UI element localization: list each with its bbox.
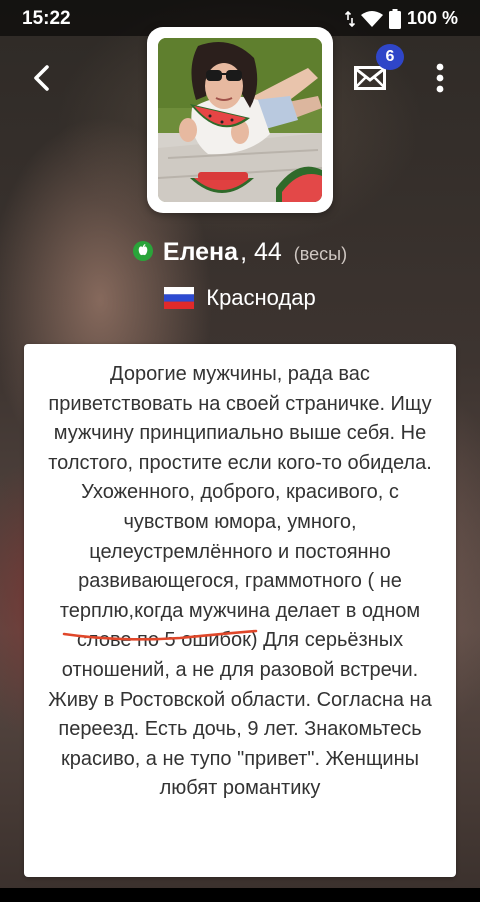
data-arrows-icon <box>344 10 355 27</box>
profile-age: , 44 <box>240 238 282 266</box>
battery-percent: 100 % <box>406 8 458 28</box>
profile-city-row: Краснодар <box>0 285 480 311</box>
apple-online-icon <box>132 241 153 261</box>
profile-photo-frame[interactable] <box>147 27 333 213</box>
battery-icon <box>388 8 401 29</box>
about-text: Дорогие мужчины, рада вас приветствовать… <box>48 363 432 800</box>
messages-count-badge: 6 <box>376 44 404 70</box>
russia-flag-icon <box>164 287 195 309</box>
chevron-left-icon <box>32 65 52 91</box>
bottom-bar <box>0 888 480 902</box>
handwritten-underline <box>62 629 258 641</box>
envelope-icon <box>354 66 386 90</box>
status-icons: 100 % <box>344 8 458 29</box>
profile-photo[interactable] <box>158 38 322 202</box>
profile-zodiac: (весы) <box>293 244 348 264</box>
profile-name-row: Елена , 44 (весы) <box>0 238 480 267</box>
more-vertical-icon <box>436 63 444 93</box>
back-button[interactable] <box>22 58 62 98</box>
profile-city: Краснодар <box>206 285 316 310</box>
profile-name: Елена <box>162 238 239 266</box>
about-card: Дорогие мужчины, рада вас приветствовать… <box>24 344 456 877</box>
wifi-icon <box>360 10 383 27</box>
status-time: 15:22 <box>22 8 71 29</box>
more-menu-button[interactable] <box>424 56 456 100</box>
